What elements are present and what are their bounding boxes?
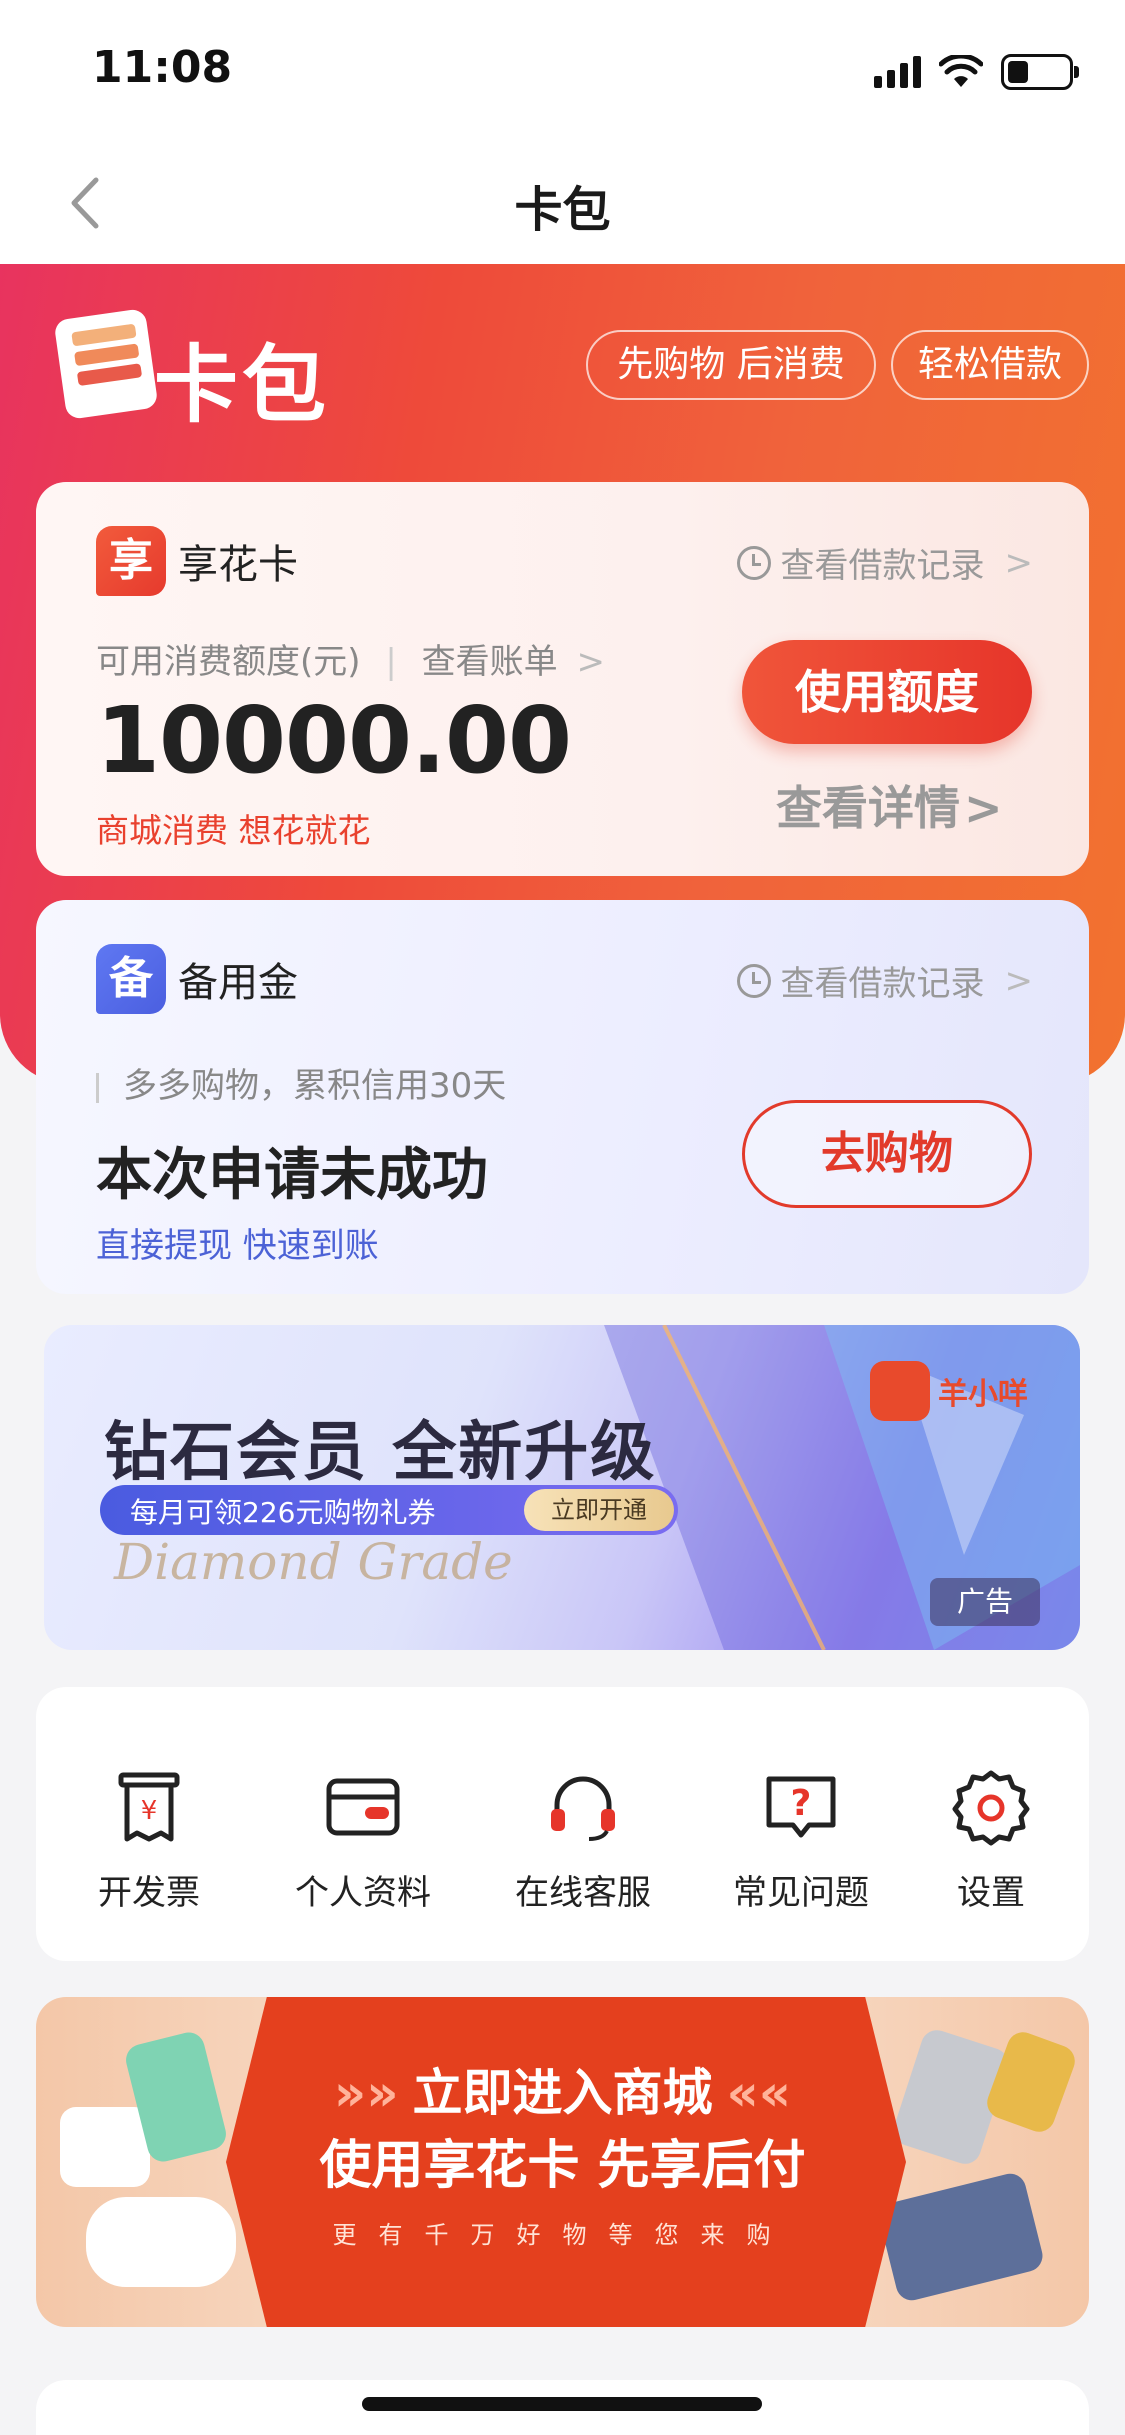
status-time: 11:08 <box>92 42 233 93</box>
bei-badge-icon: 备 <box>96 944 166 1014</box>
gear-icon <box>952 1770 1030 1846</box>
id-card-icon <box>326 1778 400 1836</box>
svg-text:?: ? <box>791 1783 812 1824</box>
page-title: 卡包 <box>514 182 611 238</box>
loan-record-label: 查看借款记录 <box>780 964 985 1004</box>
xianghua-card[interactable]: 享 享花卡 查看借款记录 > 可用消费额度(元) | 查看账单 > 10000.… <box>36 482 1089 876</box>
svg-text:¥: ¥ <box>141 1796 158 1826</box>
battery-icon <box>1001 54 1079 90</box>
action-invoice[interactable]: ¥ 开发票 <box>54 1767 244 1914</box>
card-subtitle: 多多购物，累积信用30天 <box>96 1058 506 1107</box>
loan-record-label: 查看借款记录 <box>780 546 985 586</box>
go-shopping-button[interactable]: 去购物 <box>742 1100 1032 1208</box>
headset-icon <box>551 1776 615 1841</box>
status-icons <box>874 50 1079 94</box>
mall-line2: 使用享花卡 先享后付 <box>319 2136 806 2196</box>
beiyong-card[interactable]: 备 备用金 查看借款记录 > 多多购物，累积信用30天 本次申请未成功 直接提现… <box>36 900 1089 1294</box>
card-name: 备用金 <box>178 960 298 1006</box>
invoice-icon: ¥ <box>118 1772 180 1842</box>
action-faq[interactable]: ? 常见问题 <box>706 1767 896 1914</box>
view-bill-link[interactable]: 查看账单 <box>422 642 558 682</box>
activate-now-button[interactable]: 立即开通 <box>524 1489 674 1531</box>
ad-label: 广告 <box>930 1578 1040 1626</box>
loan-record-link[interactable]: 查看借款记录 > <box>736 538 1034 587</box>
chevron-right-icon: > <box>1004 542 1034 583</box>
card-tagline: 商城消费 想花就花 <box>96 811 371 850</box>
view-details-link[interactable]: 查看详情> <box>776 772 1003 838</box>
quick-actions-panel: ¥ 开发票 个人资料 在线客服 ? 常见问题 设置 <box>36 1687 1089 1961</box>
home-indicator[interactable] <box>362 2397 762 2411</box>
use-credit-button[interactable]: 使用额度 <box>742 640 1032 744</box>
easy-loan-pill[interactable]: 轻松借款 <box>891 330 1089 400</box>
nav-bar: 卡包 <box>0 140 1125 264</box>
sheep-mascot-icon <box>870 1361 930 1421</box>
xiang-badge-icon: 享 <box>96 526 166 596</box>
shop-first-pill[interactable]: 先购物 后消费 <box>586 330 876 400</box>
status-bar: 11:08 <box>0 0 1125 140</box>
action-customer-service[interactable]: 在线客服 <box>488 1767 678 1914</box>
diamond-member-ad-banner[interactable]: 钻石会员 全新升级 每月可领226元购物礼券 立即开通 Diamond Grad… <box>44 1325 1080 1650</box>
card-tagline: 直接提现 快速到账 <box>96 1226 379 1266</box>
clock-icon <box>736 963 771 998</box>
hero-title: 卡包 <box>154 336 331 434</box>
mall-line1: »» 立即进入商城 «« <box>333 2064 792 2122</box>
clock-icon <box>736 545 771 580</box>
loan-record-link[interactable]: 查看借款记录 > <box>736 956 1034 1005</box>
credit-amount: 10000.00 <box>96 687 572 794</box>
wifi-icon <box>939 55 983 87</box>
chevron-right-icon: > <box>1004 960 1034 1001</box>
application-status: 本次申请未成功 <box>96 1143 488 1208</box>
card-name: 享花卡 <box>178 542 298 588</box>
ad-title: 钻石会员 全新升级 <box>104 1416 657 1490</box>
ad-coupon-pill: 每月可领226元购物礼券 立即开通 <box>100 1485 678 1535</box>
cellular-signal-icon <box>874 56 921 88</box>
available-credit-label: 可用消费额度(元) | 查看账单 > <box>96 642 605 682</box>
mall-line3: 更有千万好物等您来购 <box>332 2221 793 2249</box>
action-settings[interactable]: 设置 <box>896 1767 1086 1914</box>
ad-script-text: Diamond Grade <box>114 1533 513 1591</box>
action-profile[interactable]: 个人资料 <box>268 1767 458 1914</box>
mall-entry-banner[interactable]: »» 立即进入商城 «« 使用享花卡 先享后付 更有千万好物等您来购 <box>36 1997 1089 2327</box>
faq-icon: ? <box>766 1776 836 1838</box>
ad-brand: 羊小咩 <box>870 1361 1028 1421</box>
